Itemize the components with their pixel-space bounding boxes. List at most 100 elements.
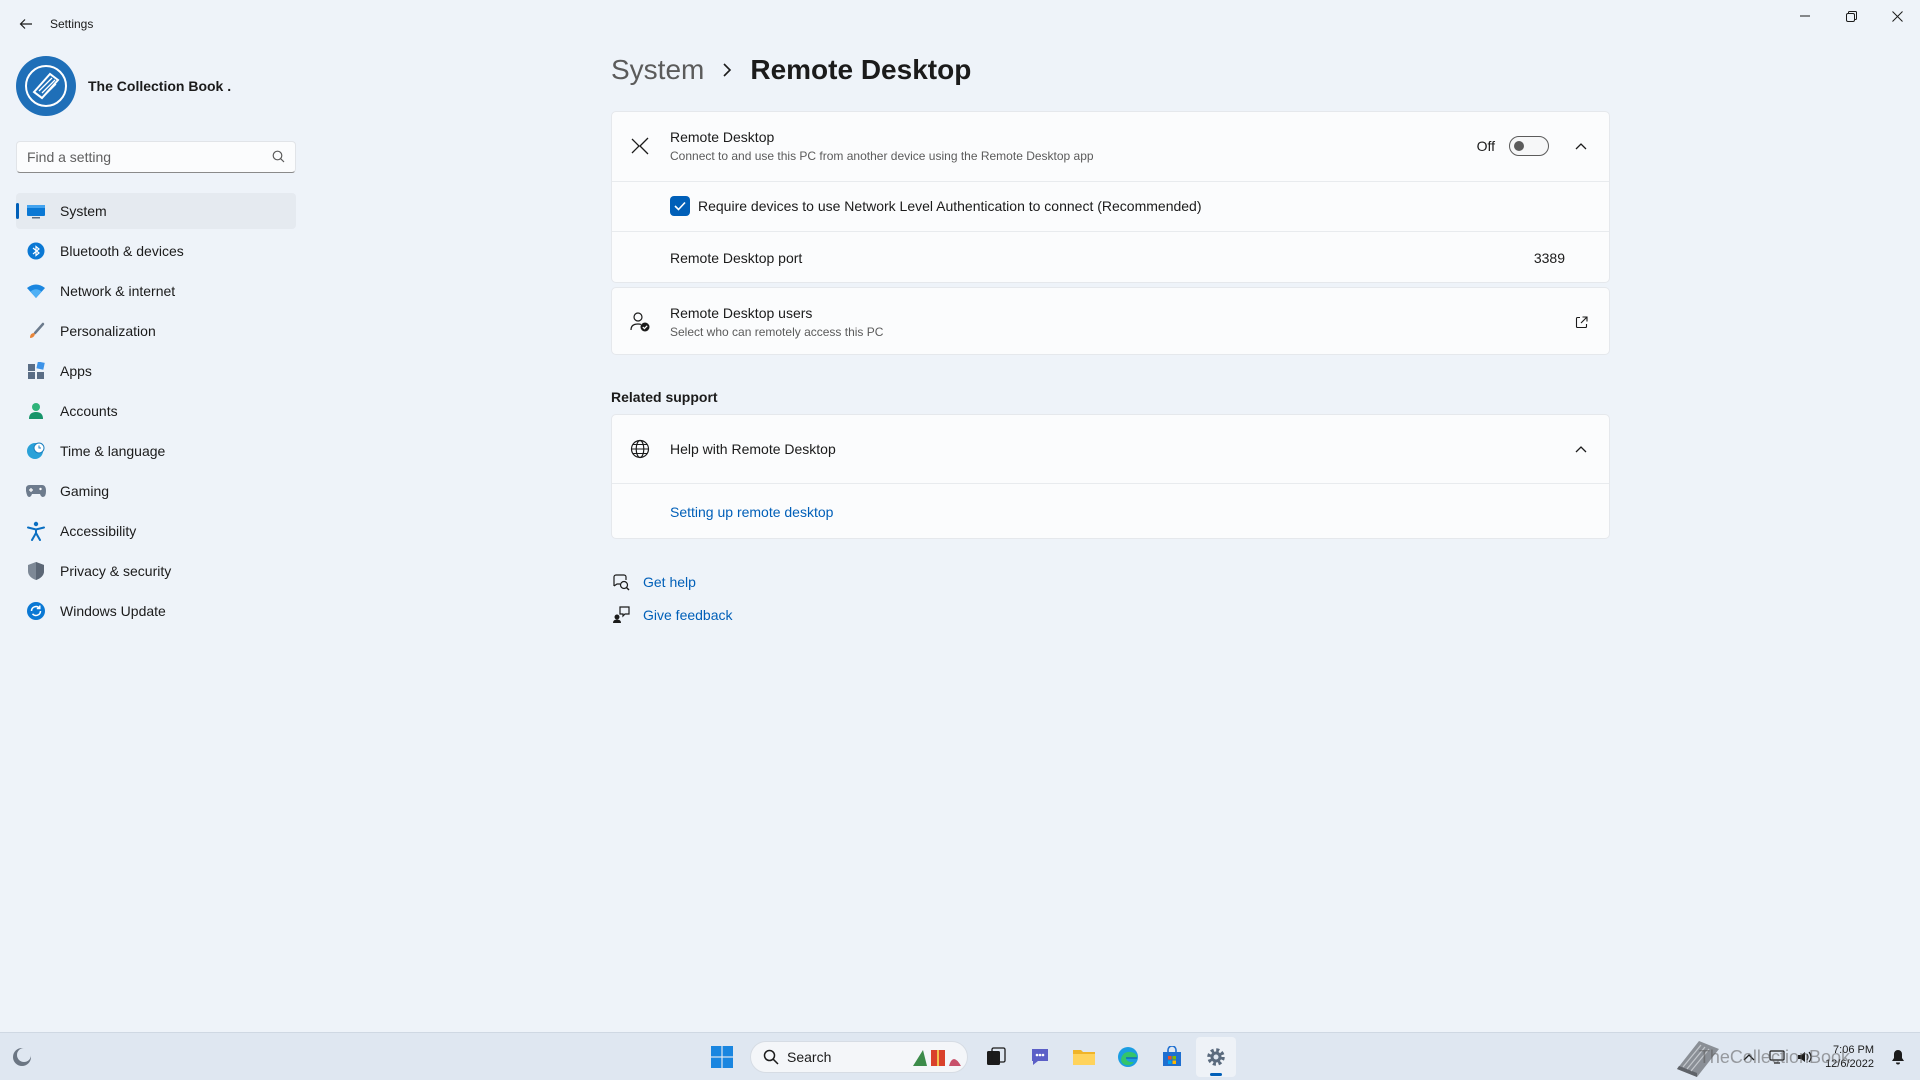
page-title: Remote Desktop [750, 54, 972, 85]
search-highlight-icon [909, 1044, 963, 1070]
task-view-icon [987, 1047, 1006, 1065]
remote-desktop-header[interactable]: Remote Desktop Connect to and use this P… [612, 112, 1609, 181]
sidebar-item-network[interactable]: Network & internet [16, 273, 296, 309]
wifi-icon [26, 281, 46, 301]
edge-icon [1118, 1047, 1138, 1067]
chevron-up-icon[interactable] [1737, 1045, 1761, 1069]
sidebar-item-accounts[interactable]: Accounts [16, 393, 296, 429]
search-icon [763, 1049, 779, 1065]
file-explorer-button[interactable] [1064, 1037, 1104, 1077]
sidebar-item-windows-update[interactable]: Windows Update [16, 593, 296, 629]
app-title: Settings [50, 17, 94, 31]
sidebar-item-label: Apps [60, 363, 92, 379]
remote-desktop-users-card[interactable]: Remote Desktop users Select who can remo… [611, 287, 1610, 355]
shield-icon [26, 561, 46, 581]
sidebar-item-privacy[interactable]: Privacy & security [16, 553, 296, 589]
chevron-up-icon [1575, 446, 1587, 453]
give-feedback-link[interactable]: Give feedback [643, 607, 733, 623]
settings-app-button[interactable] [1196, 1037, 1236, 1077]
restore-button[interactable] [1828, 0, 1874, 32]
users-title: Remote Desktop users [670, 305, 813, 321]
search-box[interactable] [16, 141, 296, 173]
minimize-button[interactable] [1782, 0, 1828, 32]
person-icon [26, 401, 46, 421]
sidebar-item-label: Gaming [60, 483, 110, 499]
chat-icon [1032, 1049, 1048, 1065]
related-support-heading: Related support [611, 389, 718, 405]
user-profile[interactable]: The Collection Book . [16, 56, 231, 116]
teams-chat-button[interactable] [1020, 1037, 1060, 1077]
network-monitor-icon[interactable] [1765, 1045, 1789, 1069]
apps-icon [26, 361, 46, 381]
folder-icon [1073, 1050, 1095, 1065]
clock-time: 7:06 PM [1833, 1044, 1874, 1056]
store-button[interactable] [1152, 1037, 1192, 1077]
book-tray-icon[interactable] [1673, 1035, 1723, 1079]
remote-desktop-toggle[interactable] [1509, 136, 1549, 156]
remote-desktop-description: Connect to and use this PC from another … [670, 149, 1094, 163]
chevron-right-icon [722, 63, 732, 77]
breadcrumb-parent[interactable]: System [611, 54, 704, 86]
title-bar: Settings [0, 0, 1920, 48]
clock[interactable]: 7:06 PM 12/6/2022 [1825, 1043, 1874, 1071]
sidebar-item-label: Bluetooth & devices [60, 243, 184, 259]
remote-desktop-icon [628, 134, 652, 158]
gear-icon [1207, 1048, 1225, 1066]
help-collapse-button[interactable] [1569, 437, 1593, 461]
nla-checkbox[interactable] [670, 196, 690, 216]
globe-clock-icon [26, 441, 46, 461]
taskbar-search[interactable]: Search [750, 1041, 968, 1073]
breadcrumb: System Remote Desktop [611, 54, 971, 86]
task-view-button[interactable] [976, 1037, 1016, 1077]
port-value: 3389 [1533, 250, 1565, 266]
help-title: Help with Remote Desktop [670, 441, 836, 457]
open-external-button[interactable] [1569, 310, 1593, 334]
sidebar-item-label: Network & internet [60, 283, 176, 299]
start-button[interactable] [702, 1037, 742, 1077]
sidebar-item-label: System [60, 203, 107, 219]
sidebar-item-accessibility[interactable]: Accessibility [16, 513, 296, 549]
sidebar-item-system[interactable]: System [16, 193, 296, 229]
nla-label[interactable]: Require devices to use Network Level Aut… [698, 198, 1202, 214]
sidebar-item-gaming[interactable]: Gaming [16, 473, 296, 509]
sidebar-item-apps[interactable]: Apps [16, 353, 296, 389]
windows-logo-icon [711, 1046, 733, 1068]
search-input[interactable] [17, 142, 257, 172]
notification-bell-icon[interactable] [1886, 1045, 1910, 1069]
back-arrow-icon [19, 19, 32, 29]
sidebar-item-label: Privacy & security [60, 563, 172, 579]
get-help-link-group[interactable]: Get help [611, 572, 696, 592]
chevron-up-icon [1575, 143, 1587, 150]
sidebar-item-personalization[interactable]: Personalization [16, 313, 296, 349]
get-help-link[interactable]: Get help [643, 574, 696, 590]
collapse-button[interactable] [1569, 134, 1593, 158]
help-card: Help with Remote Desktop Setting up remo… [611, 414, 1610, 539]
taskbar-apps: Search [700, 1037, 1238, 1077]
sidebar-nav: System Bluetooth & devices Network & int… [16, 193, 296, 633]
clock-date: 12/6/2022 [1825, 1058, 1874, 1070]
volume-icon[interactable] [1793, 1045, 1817, 1069]
bluetooth-icon [26, 241, 46, 261]
give-feedback-link-group[interactable]: Give feedback [611, 605, 733, 625]
sidebar-item-label: Windows Update [60, 603, 166, 619]
sidebar-item-bluetooth[interactable]: Bluetooth & devices [16, 233, 296, 269]
edge-button[interactable] [1108, 1037, 1148, 1077]
setting-up-remote-desktop-link[interactable]: Setting up remote desktop [670, 504, 833, 520]
back-button[interactable] [14, 12, 38, 36]
nla-row: Require devices to use Network Level Aut… [612, 181, 1609, 231]
help-link-row: Setting up remote desktop [612, 483, 1609, 538]
weather-widget-icon[interactable] [10, 1045, 34, 1069]
feedback-icon [611, 605, 631, 625]
help-header[interactable]: Help with Remote Desktop [612, 415, 1609, 483]
checkmark-icon [674, 201, 686, 211]
system-icon [26, 201, 46, 221]
minimize-icon [1800, 15, 1810, 17]
avatar [16, 56, 76, 116]
toggle-state-label: Off [1476, 138, 1495, 154]
system-tray: 7:06 PM 12/6/2022 TheCollectionBook [1673, 1033, 1920, 1080]
users-check-icon [628, 310, 652, 334]
sidebar-item-label: Accessibility [60, 523, 137, 539]
store-icon [1163, 1046, 1181, 1066]
close-button[interactable] [1874, 0, 1920, 32]
sidebar-item-time-language[interactable]: Time & language [16, 433, 296, 469]
